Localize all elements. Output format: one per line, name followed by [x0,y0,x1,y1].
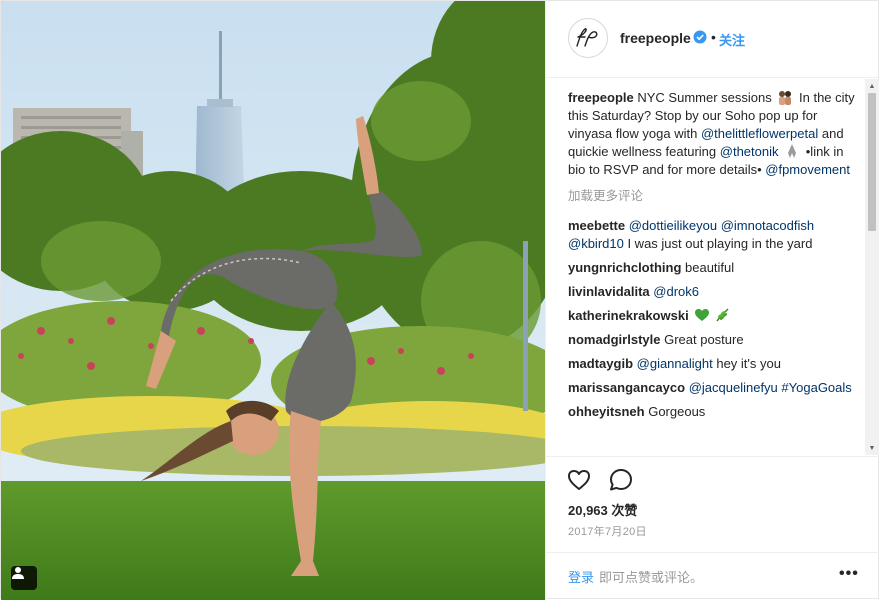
comment-username[interactable]: livinlavidalita [568,284,650,299]
comment-rows: meebette @dottieilikeyou @imnotacodfish … [568,217,858,421]
comment-username[interactable]: katherinekrakowski [568,308,689,323]
comment-username[interactable]: yungnrichclothing [568,260,681,275]
comment-username[interactable]: ohheyitsneh [568,404,645,419]
comment-mention[interactable]: @drok6 [653,284,699,299]
comment-text: Gorgeous [648,404,706,419]
post-header: freepeople • 关注 [546,1,879,78]
comment-row: ohheyitsneh Gorgeous [568,403,858,421]
comment-mention[interactable]: #YogaGoals [781,380,851,395]
comment-row: yungnrichclothing beautiful [568,259,858,277]
heart-icon[interactable] [566,467,592,493]
load-more-comments[interactable]: 加载更多评论 [568,187,858,205]
comment-mention[interactable]: @giannalight [637,356,713,371]
post-date[interactable]: 2017年7月20日 [568,523,647,539]
scrollbar-thumb[interactable] [868,93,876,231]
comment-text: beautiful [685,260,735,275]
comment-row: marissangancayco @jacquelinefyu #YogaGoa… [568,379,858,397]
avatar[interactable] [568,18,608,58]
login-prompt: 登录 即可点赞或评论。 ••• [546,552,879,600]
comment-username[interactable]: meebette [568,218,625,233]
comment-row: meebette @dottieilikeyou @imnotacodfish … [568,217,858,253]
post-caption: freepeople NYC Summer sessions In the ci… [568,89,858,179]
comment-username[interactable]: nomadgirlstyle [568,332,660,347]
caption-mention[interactable]: @fpmovement [765,162,850,177]
comment-username[interactable]: madtaygib [568,356,633,371]
comment-text: Great posture [664,332,744,347]
post-side-panel: freepeople • 关注 freepeople NYC Summer se… [545,1,879,600]
comments-list[interactable]: freepeople NYC Summer sessions In the ci… [568,89,858,455]
comment-text: hey it's you [712,356,781,371]
instagram-post: freepeople • 关注 freepeople NYC Summer se… [0,0,879,600]
person-icon [12,567,24,579]
people-emoji-icon [779,91,792,105]
caption-username[interactable]: freepeople [568,90,634,105]
caption-text: NYC Summer sessions [637,90,772,105]
header-separator: • [711,29,716,45]
comment-row: madtaygib @giannalight hey it's you [568,355,858,373]
caption-mention[interactable]: @thetonik [720,144,779,159]
yoga-photo-illustration [1,1,545,600]
comment-text: I was just out playing in the yard [623,236,813,251]
caption-mention[interactable]: @thelittleflowerpetal [701,126,818,141]
scroll-down-arrow-icon[interactable]: ▼ [865,441,879,455]
comment-mention[interactable]: @jacquelinefyu [689,380,778,395]
comment-row: nomadgirlstyle Great posture [568,331,858,349]
comment-bubble-icon[interactable] [608,467,634,493]
login-link[interactable]: 登录 [568,567,594,586]
herb-icon [712,308,732,323]
post-photo[interactable] [1,1,545,600]
login-prompt-text: 即可点赞或评论。 [599,570,704,585]
comment-mention[interactable]: @dottieilikeyou [629,218,717,233]
header-username[interactable]: freepeople [620,30,691,46]
green-heart-icon [692,308,712,323]
like-count[interactable]: 20,963 次赞 [568,500,637,519]
freepeople-logo-icon [576,28,598,47]
post-actions: 20,963 次赞 2017年7月20日 登录 即可点赞或评论。 ••• [546,456,879,600]
comment-row: katherinekrakowski [568,307,858,325]
comments-scrollbar[interactable]: ▲ ▼ [865,79,879,455]
verified-badge-icon [693,30,707,44]
praying-hands-icon [788,144,797,158]
comment-mention[interactable]: @imnotacodfish [721,218,814,233]
scroll-up-arrow-icon[interactable]: ▲ [865,79,879,93]
user-tag-button[interactable] [11,566,37,590]
more-options-icon[interactable]: ••• [839,565,859,583]
comment-row: livinlavidalita @drok6 [568,283,858,301]
comment-mention[interactable]: @kbird10 [568,236,624,251]
follow-button[interactable]: 关注 [719,30,745,49]
comment-username[interactable]: marissangancayco [568,380,685,395]
